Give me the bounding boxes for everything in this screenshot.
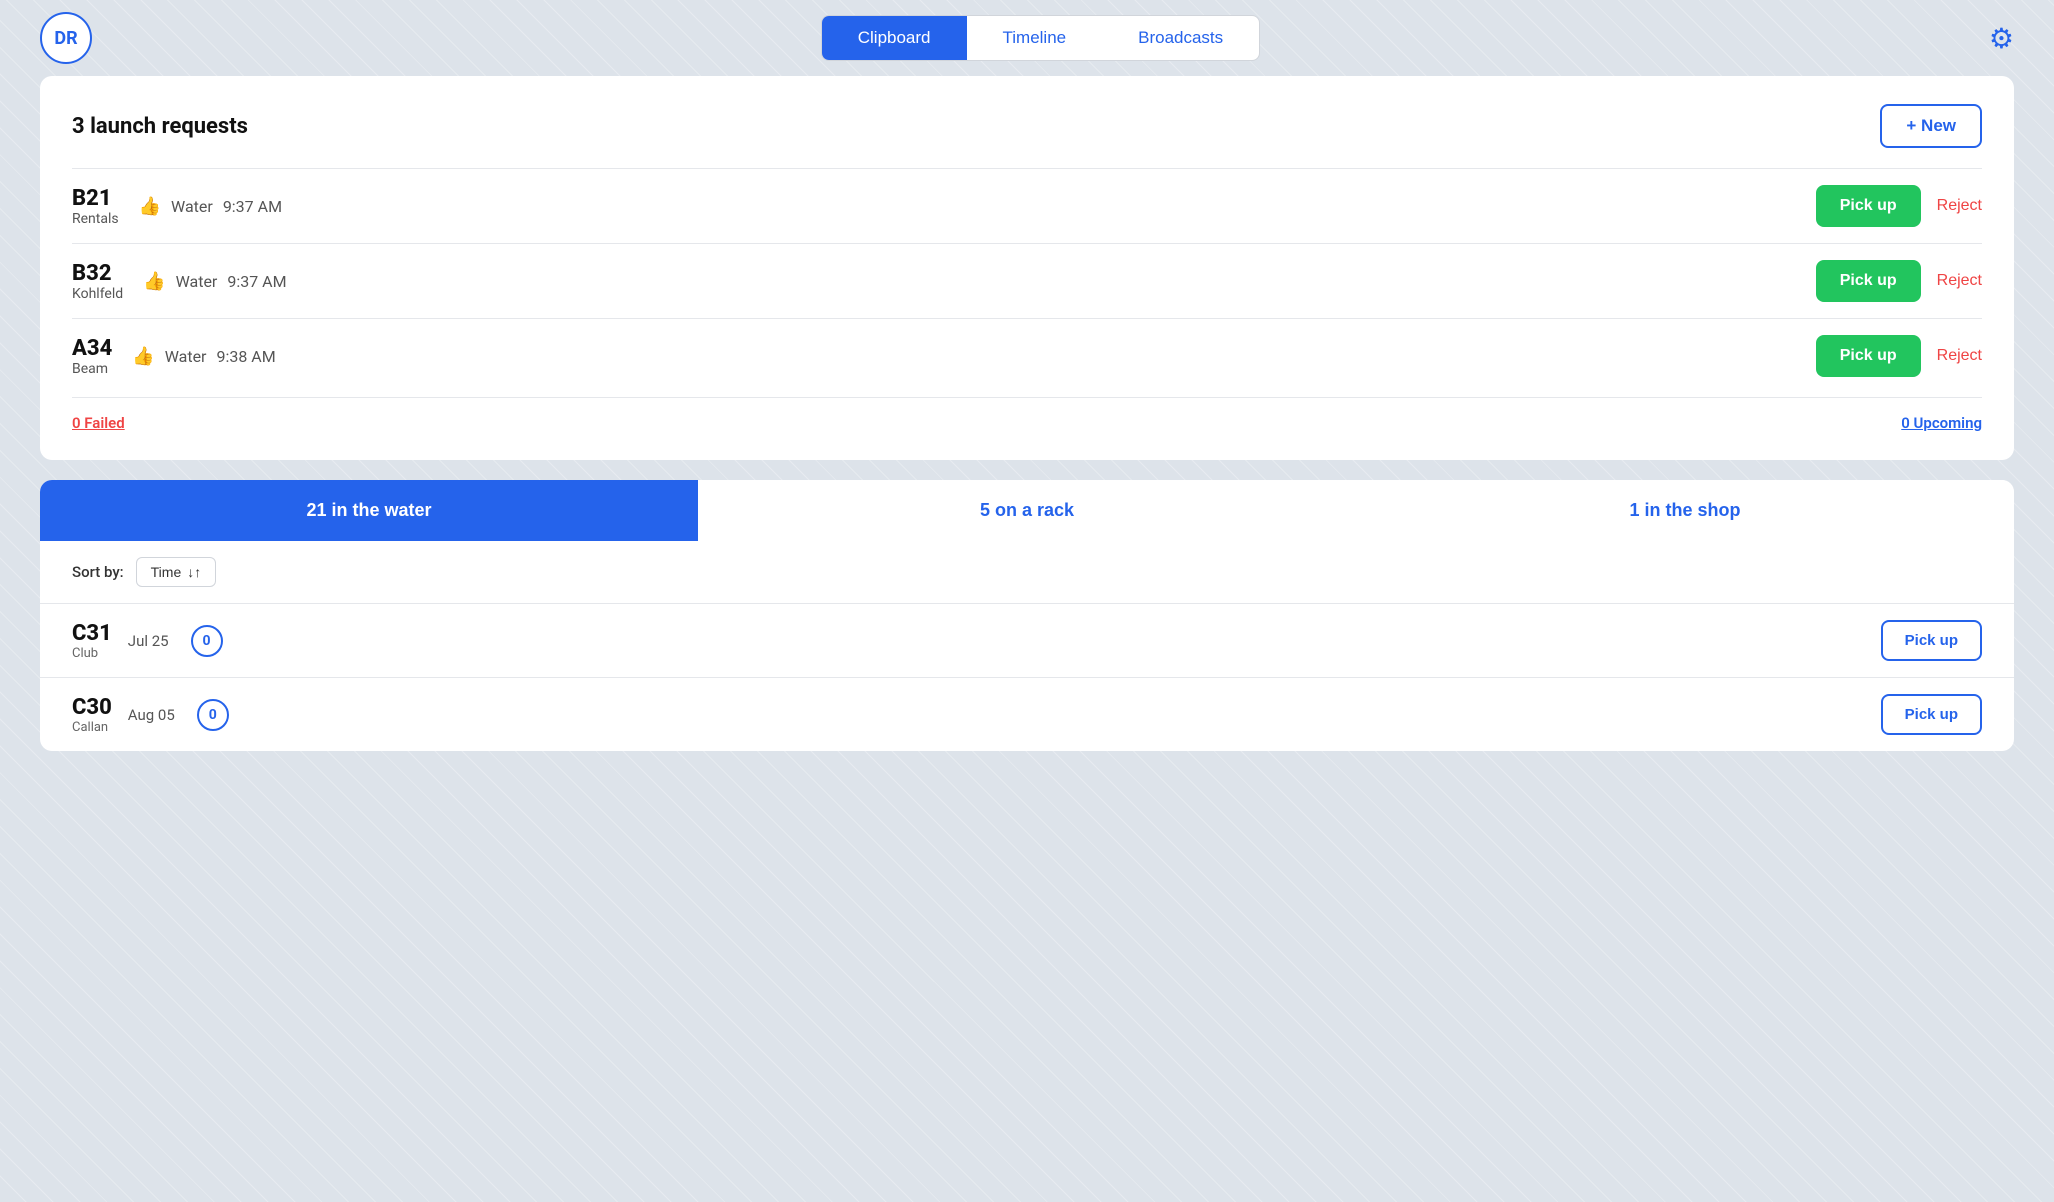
request-info-1: 👍 Water 9:37 AM bbox=[139, 196, 282, 217]
water-label: in the water bbox=[327, 500, 432, 520]
request-row: B21 Rentals 👍 Water 9:37 AM Pick up Reje… bbox=[72, 168, 1982, 243]
thumb-icon-1: 👍 bbox=[139, 196, 161, 217]
request-info-2: 👍 Water 9:37 AM bbox=[143, 271, 286, 292]
sort-bar: Sort by: Time ↓↑ bbox=[40, 541, 2014, 603]
request-left-1: B21 Rentals 👍 Water 9:37 AM bbox=[72, 186, 282, 227]
nav-tabs: Clipboard Timeline Broadcasts bbox=[821, 15, 1260, 61]
time-3: 9:38 AM bbox=[216, 347, 275, 366]
boat-row-2: C30 Callan Aug 05 0 Pick up bbox=[40, 677, 2014, 751]
time-2: 9:37 AM bbox=[227, 272, 286, 291]
reject-button-2[interactable]: Reject bbox=[1937, 272, 1982, 290]
rack-label: on a rack bbox=[990, 500, 1074, 520]
reject-button-3[interactable]: Reject bbox=[1937, 347, 1982, 365]
sort-by-label: Sort by: bbox=[72, 563, 124, 581]
sort-value: Time bbox=[151, 564, 182, 580]
thumb-icon-3: 👍 bbox=[132, 346, 154, 367]
request-info-3: 👍 Water 9:38 AM bbox=[132, 346, 275, 367]
main-content: 3 launch requests + New B21 Rentals 👍 Wa… bbox=[0, 76, 2054, 751]
boat-owner-1: Rentals bbox=[72, 211, 119, 227]
boat-code-lg-2: C30 bbox=[72, 695, 112, 720]
sort-button[interactable]: Time ↓↑ bbox=[136, 557, 217, 587]
boat-code-1: B21 bbox=[72, 186, 112, 211]
pickup-button-3[interactable]: Pick up bbox=[1816, 335, 1921, 377]
request-left-2: B32 Kohlfeld 👍 Water 9:37 AM bbox=[72, 261, 287, 302]
chat-count-2: 0 bbox=[197, 699, 229, 731]
request-actions-2: Pick up Reject bbox=[1816, 260, 1982, 302]
chat-count-1: 0 bbox=[191, 625, 223, 657]
pickup-outline-btn-1[interactable]: Pick up bbox=[1881, 620, 1982, 661]
boat-code-lg-1: C31 bbox=[72, 621, 112, 646]
bottom-card: 21 in the water 5 on a rack 1 in the sho… bbox=[40, 480, 2014, 751]
header: DR Clipboard Timeline Broadcasts ⚙ bbox=[0, 0, 2054, 76]
rack-count: 5 bbox=[980, 500, 990, 520]
boat-date-1: Jul 25 bbox=[128, 632, 169, 650]
shop-count: 1 bbox=[1629, 500, 1639, 520]
boat-sub-2: Callan bbox=[72, 720, 112, 735]
destination-1: Water bbox=[171, 197, 213, 216]
tab-timeline[interactable]: Timeline bbox=[967, 16, 1103, 60]
request-row-2: B32 Kohlfeld 👍 Water 9:37 AM Pick up Rej… bbox=[72, 243, 1982, 318]
launch-requests-card: 3 launch requests + New B21 Rentals 👍 Wa… bbox=[40, 76, 2014, 460]
sort-icon: ↓↑ bbox=[187, 564, 201, 580]
boat-owner-3: Beam bbox=[72, 361, 112, 377]
card-header: 3 launch requests + New bbox=[72, 104, 1982, 148]
card-title: 3 launch requests bbox=[72, 114, 248, 139]
request-left-3: A34 Beam 👍 Water 9:38 AM bbox=[72, 336, 276, 377]
tab-clipboard[interactable]: Clipboard bbox=[822, 16, 967, 60]
request-actions-3: Pick up Reject bbox=[1816, 335, 1982, 377]
tab-in-shop[interactable]: 1 in the shop bbox=[1356, 480, 2014, 541]
boat-code-3: A34 bbox=[72, 336, 112, 361]
chat-bubble-1[interactable]: 0 bbox=[191, 625, 223, 657]
status-tab-bar: 21 in the water 5 on a rack 1 in the sho… bbox=[40, 480, 2014, 541]
boat-info-3: A34 Beam bbox=[72, 336, 112, 377]
tab-broadcasts[interactable]: Broadcasts bbox=[1102, 16, 1259, 60]
boat-owner-2: Kohlfeld bbox=[72, 286, 123, 302]
shop-label: in the shop bbox=[1640, 500, 1741, 520]
thumb-icon-2: 👍 bbox=[143, 271, 165, 292]
boat-sub-1: Club bbox=[72, 646, 112, 661]
destination-2: Water bbox=[176, 272, 218, 291]
tab-in-water[interactable]: 21 in the water bbox=[40, 480, 698, 541]
logo-badge: DR bbox=[40, 12, 92, 64]
chat-bubble-2[interactable]: 0 bbox=[197, 699, 229, 731]
boat-row-1: C31 Club Jul 25 0 Pick up bbox=[40, 603, 2014, 677]
boat-row-left-1: C31 Club Jul 25 0 bbox=[72, 621, 223, 661]
time-1: 9:37 AM bbox=[223, 197, 282, 216]
destination-3: Water bbox=[165, 347, 207, 366]
boat-detail-1: C31 Club bbox=[72, 621, 112, 661]
boat-code-2: B32 bbox=[72, 261, 112, 286]
request-row-3: A34 Beam 👍 Water 9:38 AM Pick up Reject bbox=[72, 318, 1982, 393]
tab-on-rack[interactable]: 5 on a rack bbox=[698, 480, 1356, 541]
reject-button-1[interactable]: Reject bbox=[1937, 197, 1982, 215]
water-count: 21 bbox=[306, 500, 326, 520]
card-footer: 0 Failed 0 Upcoming bbox=[72, 397, 1982, 432]
pickup-button-1[interactable]: Pick up bbox=[1816, 185, 1921, 227]
settings-icon[interactable]: ⚙ bbox=[1989, 22, 2014, 55]
boat-row-left-2: C30 Callan Aug 05 0 bbox=[72, 695, 229, 735]
boat-info-2: B32 Kohlfeld bbox=[72, 261, 123, 302]
boat-date-2: Aug 05 bbox=[128, 706, 175, 724]
upcoming-link[interactable]: 0 Upcoming bbox=[1901, 414, 1982, 432]
boat-info-1: B21 Rentals bbox=[72, 186, 119, 227]
failed-link[interactable]: 0 Failed bbox=[72, 414, 125, 432]
boat-detail-2: C30 Callan bbox=[72, 695, 112, 735]
pickup-button-2[interactable]: Pick up bbox=[1816, 260, 1921, 302]
request-actions-1: Pick up Reject bbox=[1816, 185, 1982, 227]
new-button[interactable]: + New bbox=[1880, 104, 1982, 148]
pickup-outline-btn-2[interactable]: Pick up bbox=[1881, 694, 1982, 735]
